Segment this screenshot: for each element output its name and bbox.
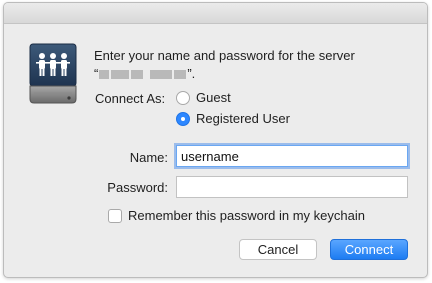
radio-button-selected[interactable] (176, 111, 190, 126)
name-label: Name: (129, 150, 168, 165)
server-name: “ ”. (94, 65, 414, 83)
redacted-block (131, 69, 144, 79)
shared-server-icon (29, 43, 77, 104)
remember-password-option[interactable]: Remember this password in my keychain (108, 208, 365, 223)
redacted-block (150, 69, 173, 79)
cancel-button[interactable]: Cancel (239, 239, 317, 260)
redacted-block (111, 69, 130, 79)
remember-password-label: Remember this password in my keychain (128, 208, 365, 223)
radio-registered-user[interactable]: Registered User (176, 111, 290, 126)
server-prompt: Enter your name and password for the ser… (94, 47, 414, 83)
password-field[interactable] (176, 176, 408, 198)
password-label: Password: (107, 180, 168, 195)
connect-dialog: Enter your name and password for the ser… (3, 2, 428, 278)
prompt-text: Enter your name and password for the ser… (94, 48, 355, 63)
radio-button[interactable] (176, 90, 190, 105)
remember-password-checkbox[interactable] (108, 208, 122, 223)
redacted-block (174, 69, 187, 79)
title-bar[interactable] (4, 3, 427, 24)
server-open-quote: “ (94, 66, 99, 81)
server-close-quote: ”. (187, 66, 196, 81)
name-field[interactable] (176, 145, 408, 167)
connect-button[interactable]: Connect (330, 239, 408, 260)
radio-guest[interactable]: Guest (176, 90, 231, 105)
radio-guest-label: Guest (196, 90, 231, 105)
redacted-block (99, 69, 110, 79)
radio-registered-user-label: Registered User (196, 111, 290, 126)
connect-as-label: Connect As: (95, 91, 166, 106)
